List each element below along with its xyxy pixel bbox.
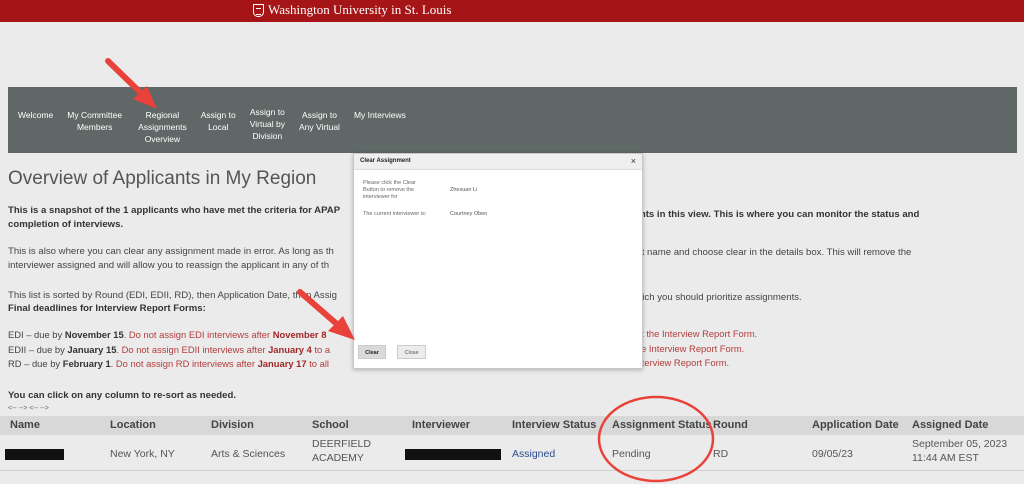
cell-school-line-2: ACADEMY <box>312 452 364 464</box>
cell-assigned-date-line-1: September 05, 2023 <box>912 438 1008 450</box>
cell-school-line-1: DEERFIELD <box>312 438 371 450</box>
current-interviewer-label: The current interviewer is: <box>363 211 427 217</box>
current-interviewer-name: Courtney Oben <box>450 211 488 217</box>
dialog-header: Clear Assignment × <box>354 154 642 170</box>
col-location[interactable]: Location <box>110 419 156 431</box>
university-name: Washington University in St. Louis <box>268 2 452 17</box>
close-button[interactable]: Close <box>397 345 426 359</box>
applicant-name: Zhexuan Li <box>450 187 478 193</box>
col-interviewer[interactable]: Interviewer <box>412 419 470 431</box>
clear-info-line-1-tail: licant name and choose clear in the deta… <box>622 247 912 258</box>
university-header-bar: Washington University in St. Louis <box>0 0 1024 22</box>
cell-round: RD <box>713 448 729 460</box>
nav-regional-assignments-overview[interactable]: Regional Assignments Overview <box>131 109 194 145</box>
col-assignment-status[interactable]: Assignment Status <box>612 419 712 431</box>
cell-division: Arts & Sciences <box>211 448 286 460</box>
nav-assign-to-virtual-by-division[interactable]: Assign to Virtual by Division <box>243 106 292 142</box>
deadlines-heading: Final deadlines for Interview Report For… <box>8 303 206 314</box>
shield-icon <box>253 3 264 17</box>
deadline-edii-tail: it the Interview Report Form. <box>626 343 745 354</box>
applicants-table: Name Location Division School Interviewe… <box>0 416 1024 471</box>
close-icon[interactable]: × <box>631 156 636 166</box>
deadline-edi-tail: bmit the Interview Report Form. <box>626 328 758 339</box>
page-title: Overview of Applicants in My Region <box>8 168 317 189</box>
nav-assign-to-local[interactable]: Assign to Local <box>194 109 243 133</box>
clear-button[interactable]: Clear <box>358 345 386 359</box>
dialog-instruction: Please click the Clear Button to remove … <box>363 180 416 200</box>
pagination-controls[interactable]: <-- --> <-- --> <box>8 405 49 412</box>
col-school[interactable]: School <box>312 419 349 431</box>
resort-hint: You can click on any column to re-sort a… <box>8 390 236 401</box>
nav-my-interviews[interactable]: My Interviews <box>347 109 413 121</box>
table-row[interactable]: New York, NY Arts & Sciences DEERFIELD A… <box>0 435 1024 471</box>
col-round[interactable]: Round <box>713 419 748 431</box>
col-interview-status[interactable]: Interview Status <box>512 419 596 431</box>
cell-location: New York, NY <box>110 448 175 460</box>
redacted-interviewer <box>405 449 501 460</box>
deadline-edii: EDII – due by January 15. Do not assign … <box>8 344 331 355</box>
col-division[interactable]: Division <box>211 419 254 431</box>
dialog-title: Clear Assignment <box>360 158 411 164</box>
deadline-edi: EDI – due by November 15. Do not assign … <box>8 329 327 340</box>
cell-application-date: 09/05/23 <box>812 448 853 460</box>
col-application-date[interactable]: Application Date <box>812 419 899 431</box>
nav-assign-to-any-virtual[interactable]: Assign to Any Virtual <box>292 109 347 133</box>
university-logo[interactable]: Washington University in St. Louis <box>253 2 451 18</box>
table-header: Name Location Division School Interviewe… <box>0 416 1024 435</box>
clear-assignment-dialog: Clear Assignment × Please click the Clea… <box>353 153 643 369</box>
cell-interview-status[interactable]: Assigned <box>512 448 555 460</box>
main-nav: Welcome My Committee Members Regional As… <box>8 87 1017 153</box>
deadline-rd: RD – due by February 1. Do not assign RD… <box>8 358 330 369</box>
intro-line-1-tail: ments in this view. This is where you ca… <box>626 209 920 220</box>
col-name[interactable]: Name <box>10 419 40 431</box>
col-assigned-date[interactable]: Assigned Date <box>912 419 988 431</box>
cell-assigned-date-line-2: 11:44 AM EST <box>912 452 979 464</box>
sort-info-line-tail: which you should prioritize assignments. <box>630 292 802 303</box>
cell-assignment-status: Pending <box>612 448 651 460</box>
nav-welcome[interactable]: Welcome <box>8 109 60 121</box>
nav-my-committee-members[interactable]: My Committee Members <box>60 109 129 133</box>
redacted-name[interactable] <box>5 449 64 460</box>
